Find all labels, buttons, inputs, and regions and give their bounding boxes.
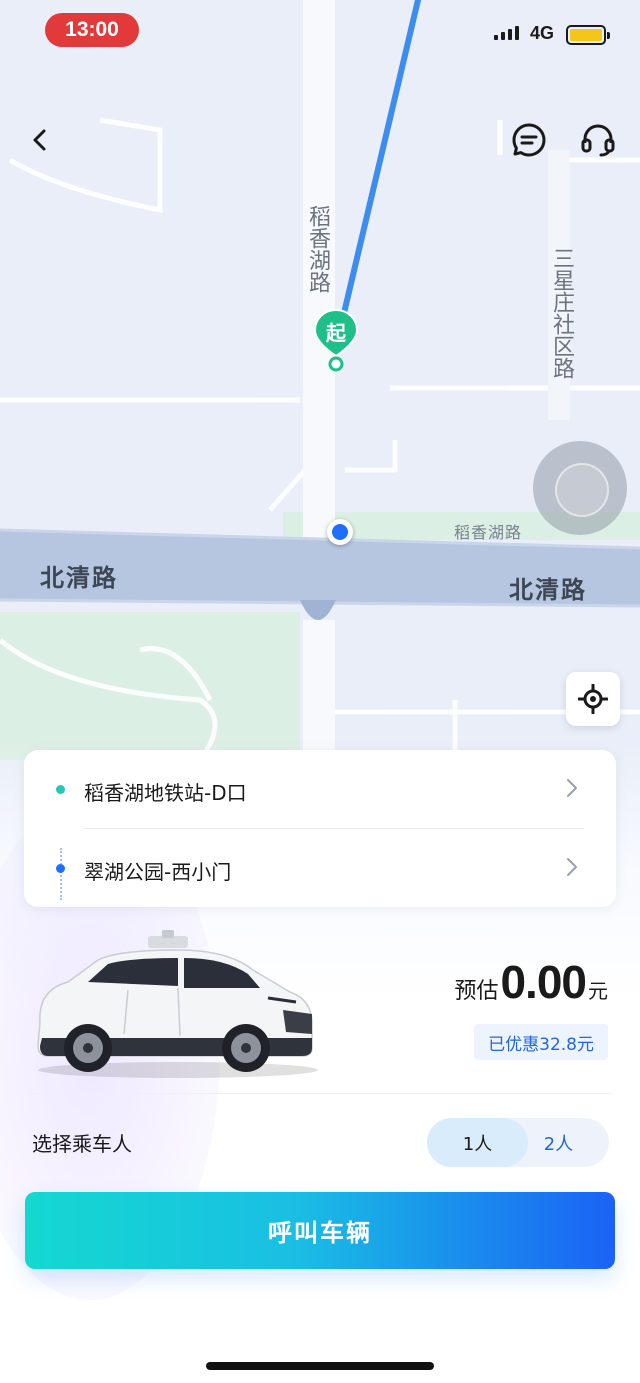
chevron-right-icon <box>567 858 577 876</box>
crosshair-icon <box>578 684 608 714</box>
headset-icon <box>581 124 615 157</box>
locate-button[interactable] <box>566 672 620 726</box>
discount-badge[interactable]: 已优惠32.8元 <box>474 1024 608 1060</box>
road-label-beiqing-left: 北清路 <box>40 564 118 592</box>
fare-estimate: 预估 0.00 元 <box>454 955 608 1009</box>
message-button[interactable] <box>507 118 551 162</box>
battery-icon <box>566 25 610 45</box>
pickup-dot <box>56 785 65 794</box>
home-indicator <box>206 1362 434 1370</box>
section-divider <box>28 1093 612 1094</box>
fare-value: 0.00 <box>500 956 587 1008</box>
signal-icon <box>494 26 519 40</box>
passenger-option-1[interactable]: 1人 <box>427 1118 528 1167</box>
road-label-daoxianghu: 稻香湖路 <box>305 205 330 293</box>
call-vehicle-button[interactable]: 呼叫车辆 <box>25 1192 615 1269</box>
passenger-label: 选择乘车人 <box>32 1132 132 1156</box>
destination-row[interactable]: 翠湖公园-西小门 <box>24 829 616 907</box>
car-image <box>37 930 318 1078</box>
passenger-selector: 2人 1人 <box>427 1118 609 1167</box>
chevron-left-icon <box>33 129 46 151</box>
chevron-right-icon <box>567 779 577 797</box>
road-label-sanxingzhuang: 三星庄社区路 <box>549 247 574 379</box>
road-label-daoxianghu-small: 稻香湖路 <box>454 523 523 542</box>
pickup-row[interactable]: 稻香湖地铁站-D口 <box>24 750 616 828</box>
support-button[interactable] <box>576 118 620 162</box>
road-label-beiqing-right: 北清路 <box>509 576 587 604</box>
pickup-label: 稻香湖地铁站-D口 <box>84 781 247 805</box>
route-card: 稻香湖地铁站-D口 翠湖公园-西小门 <box>24 750 616 907</box>
start-pin[interactable]: 起 <box>313 308 359 376</box>
fare-prefix: 预估 <box>454 979 499 1004</box>
start-pin-label: 起 <box>326 321 346 345</box>
back-button[interactable] <box>18 118 62 162</box>
map-joystick[interactable] <box>533 441 627 535</box>
chat-bubble-icon <box>512 123 546 157</box>
destination-label: 翠湖公园-西小门 <box>84 860 232 884</box>
status-bar: 13:00 4G <box>0 0 640 60</box>
current-location-dot <box>327 519 353 545</box>
destination-dot <box>56 864 65 873</box>
status-time: 13:00 <box>45 13 139 47</box>
fare-unit: 元 <box>588 979 608 1003</box>
network-type: 4G <box>530 23 555 43</box>
